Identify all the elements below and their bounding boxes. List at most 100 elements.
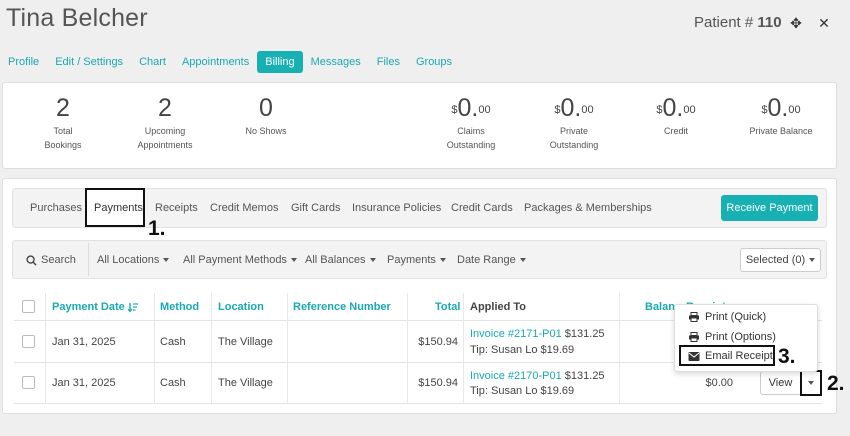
step-one-label: 1.	[148, 217, 166, 240]
billing-summary-panel: 2 Total Bookings 2 Upcoming Appointments…	[2, 82, 837, 169]
subtab-packages-memberships[interactable]: Packages & Memberships	[524, 202, 652, 214]
tab-billing[interactable]: Billing	[257, 51, 303, 73]
subtab-gift-cards[interactable]: Gift Cards	[291, 202, 341, 214]
receive-payment-button[interactable]: Receive Payment	[721, 195, 818, 221]
tab-messages[interactable]: Messages	[303, 51, 369, 73]
applied-invoice-line: Invoice #2171-P01 $131.25	[470, 328, 605, 340]
stat-cents: 00	[683, 104, 696, 116]
view-receipt-button[interactable]: View	[760, 371, 801, 395]
search-icon	[26, 255, 37, 266]
patient-tabs: Profile Edit / Settings Chart Appointmen…	[0, 51, 460, 73]
caret-down-icon	[809, 258, 816, 262]
stat-value: 0.	[767, 94, 789, 122]
step-three-label: 3.	[778, 345, 796, 368]
stat-label: Outstanding	[446, 140, 496, 150]
total-cell: $150.94	[418, 336, 458, 348]
invoice-amount: $131.25	[561, 370, 605, 382]
total-cell: $150.94	[418, 377, 458, 389]
applied-invoice-line: Invoice #2170-P01 $131.25	[470, 370, 605, 382]
invoice-link[interactable]: Invoice #2171-P01	[470, 328, 562, 340]
stat-private-outstanding: $0.00 Private Outstanding	[544, 93, 604, 151]
filter-divider	[88, 243, 89, 276]
col-divider	[287, 293, 288, 403]
stat-label: Private	[559, 126, 588, 136]
col-header-total[interactable]: Total	[435, 301, 460, 313]
col-divider	[463, 293, 464, 403]
expand-icon[interactable]: ✥	[784, 11, 808, 35]
patient-number-value: 110	[757, 14, 782, 31]
tab-edit-settings[interactable]: Edit / Settings	[47, 51, 131, 73]
stat-claims-outstanding: $0.00 Claims Outstanding	[441, 93, 501, 151]
search-filter[interactable]: Search	[26, 254, 76, 266]
stat-value: 2	[158, 94, 172, 122]
menu-email-receipt[interactable]: Email Receipt	[688, 350, 773, 362]
stat-cents: 00	[581, 104, 594, 116]
invoice-amount: $131.25	[561, 328, 605, 340]
stat-label: Total	[53, 126, 73, 136]
subtab-insurance-policies[interactable]: Insurance Policies	[352, 202, 441, 214]
stat-value: 0.	[457, 94, 479, 122]
subtab-credit-cards[interactable]: Credit Cards	[451, 202, 513, 214]
row-checkbox[interactable]	[22, 376, 35, 389]
close-icon[interactable]: ✕	[812, 11, 836, 35]
stat-label: Claims	[457, 126, 485, 136]
date-range-label: Date Range	[457, 254, 516, 266]
tab-profile[interactable]: Profile	[0, 51, 47, 73]
col-header-method[interactable]: Method	[160, 301, 199, 313]
caret-down-icon	[808, 381, 814, 385]
payment-methods-dropdown[interactable]: All Payment Methods	[183, 254, 297, 266]
caret-down-icon	[369, 258, 376, 263]
col-header-label: Payment Date	[52, 301, 125, 313]
subtab-receipts[interactable]: Receipts	[155, 202, 198, 214]
tab-chart[interactable]: Chart	[131, 51, 174, 73]
search-label: Search	[41, 254, 76, 266]
subtab-purchases[interactable]: Purchases	[30, 202, 82, 214]
currency-symbol: $	[554, 104, 561, 116]
subtab-payments[interactable]: Payments	[94, 202, 143, 214]
tab-files[interactable]: Files	[369, 51, 408, 73]
col-header-payment-date[interactable]: Payment Date	[52, 301, 138, 313]
menu-print-quick[interactable]: Print (Quick)	[688, 311, 766, 323]
subtab-credit-memos[interactable]: Credit Memos	[210, 202, 278, 214]
col-header-location[interactable]: Location	[218, 301, 264, 313]
locations-dropdown[interactable]: All Locations	[97, 254, 170, 266]
payment-date-cell: Jan 31, 2025	[52, 336, 116, 348]
currency-symbol: $	[656, 104, 663, 116]
stat-value: 0.	[662, 94, 684, 122]
printer-icon	[689, 332, 699, 343]
stat-label: Outstanding	[549, 140, 599, 150]
stat-cents: 00	[788, 104, 801, 116]
tab-appointments[interactable]: Appointments	[174, 51, 257, 73]
tip-line: Tip: Susan Lo $19.69	[470, 344, 575, 356]
row-checkbox[interactable]	[22, 335, 35, 348]
tab-groups[interactable]: Groups	[408, 51, 460, 73]
date-range-dropdown[interactable]: Date Range	[457, 254, 526, 266]
col-divider	[211, 293, 212, 403]
receipt-options-toggle[interactable]	[800, 370, 822, 396]
location-cell: The Village	[218, 336, 273, 348]
stat-cents: 00	[478, 104, 491, 116]
stat-label: Credit	[663, 126, 688, 136]
col-divider	[619, 293, 620, 403]
stat-value: 0.	[560, 94, 582, 122]
col-divider	[45, 293, 46, 403]
menu-print-options[interactable]: Print (Options)	[688, 331, 776, 343]
caret-down-icon	[519, 258, 526, 263]
invoice-link[interactable]: Invoice #2170-P01	[470, 370, 562, 382]
envelope-icon	[688, 351, 700, 361]
currency-symbol: $	[451, 104, 458, 116]
stat-label: No Shows	[245, 126, 287, 136]
select-all-checkbox[interactable]	[22, 300, 35, 313]
selected-label: Selected (0)	[745, 254, 806, 266]
sort-descending-icon	[127, 303, 138, 313]
payments-type-dropdown[interactable]: Payments	[387, 254, 446, 266]
menu-item-label: Print (Quick)	[705, 311, 767, 323]
stat-private-balance: $0.00 Private Balance	[741, 93, 821, 137]
balances-dropdown[interactable]: All Balances	[305, 254, 376, 266]
locations-label: All Locations	[97, 254, 160, 266]
patient-number-prefix: Patient #	[694, 14, 758, 31]
stat-credit: $0.00 Credit	[647, 93, 705, 137]
col-header-reference[interactable]: Reference Number	[293, 301, 391, 313]
selected-actions-dropdown[interactable]: Selected (0)	[740, 248, 821, 272]
balances-label: All Balances	[305, 254, 366, 266]
